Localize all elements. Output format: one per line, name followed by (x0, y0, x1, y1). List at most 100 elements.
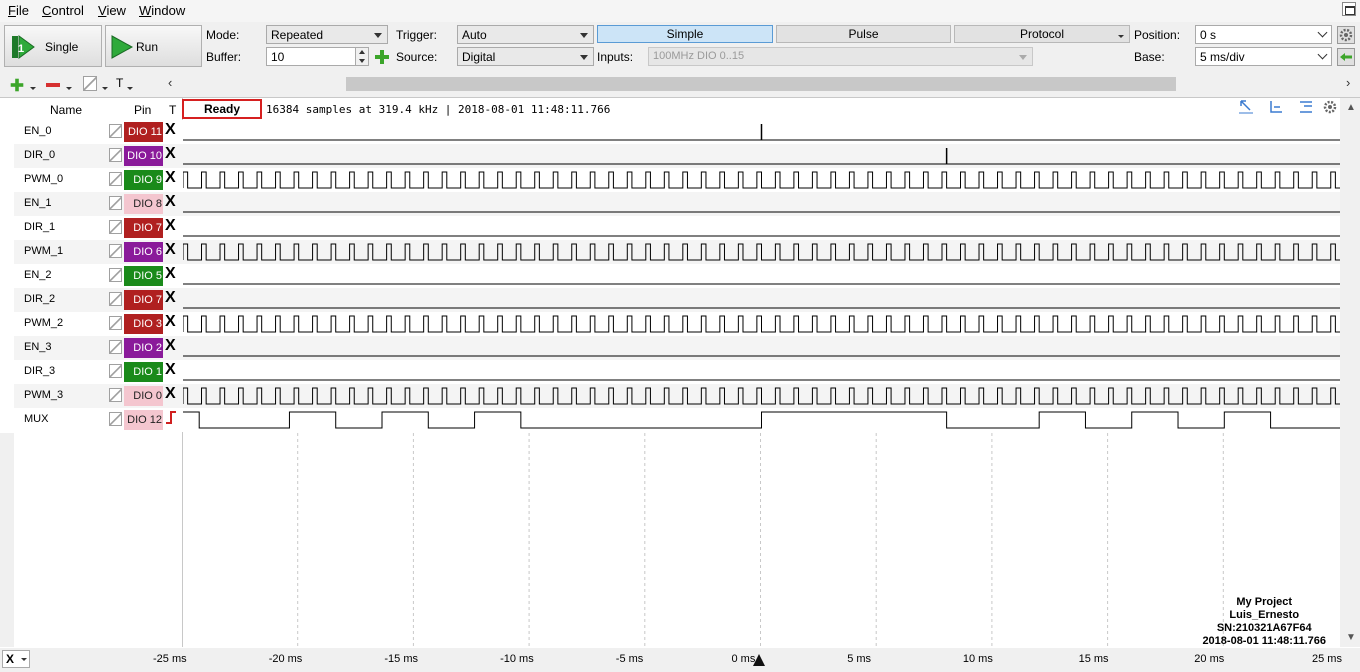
pin-badge[interactable]: DIO 3 (124, 314, 163, 334)
trigger-ignore-icon[interactable]: X (165, 337, 176, 355)
pin-badge[interactable]: DIO 0 (124, 386, 163, 406)
menu-file[interactable]: File (8, 3, 29, 18)
pin-badge[interactable]: DIO 1 (124, 362, 163, 382)
signal-row[interactable]: DIR_0 DIO 10 X (14, 144, 1341, 168)
trigger-ignore-icon[interactable]: X (165, 241, 176, 259)
signal-row[interactable]: EN_2 DIO 5X (14, 264, 1341, 288)
edit-icon[interactable] (109, 172, 122, 186)
pin-badge[interactable]: DIO 11 (124, 122, 163, 142)
buffer-input[interactable]: 10 (266, 47, 369, 66)
rising-edge-icon[interactable] (165, 409, 177, 430)
pin-badge[interactable]: DIO 7 (124, 290, 163, 310)
remove-channel-icon[interactable] (46, 83, 60, 87)
chevron-down-icon (1118, 35, 1124, 38)
menu-window[interactable]: Window (139, 3, 185, 18)
signal-row[interactable]: DIR_3 DIO 1X (14, 360, 1341, 384)
buffer-label: Buffer: (206, 50, 242, 64)
project-user: Luis_Ernesto (1229, 609, 1300, 621)
edit-icon[interactable] (109, 124, 122, 138)
arrow-left-icon[interactable] (1337, 48, 1355, 66)
signal-row[interactable]: DIR_2 DIO 7X (14, 288, 1341, 312)
edit-icon[interactable] (109, 196, 122, 210)
signal-row[interactable]: MUX DIO 12 (14, 408, 1341, 432)
trigger-value: Auto (462, 28, 487, 42)
tab-protocol[interactable]: Protocol (954, 25, 1130, 43)
scroll-right-icon[interactable]: › (1346, 75, 1350, 90)
buffer-stepper[interactable] (355, 48, 368, 65)
vertical-scrollbar[interactable]: ▲ ▼ (1340, 98, 1360, 647)
settings-gear-icon[interactable] (1322, 99, 1338, 115)
pin-badge[interactable]: DIO 12 (124, 410, 163, 430)
scroll-left-icon[interactable]: ‹ (168, 75, 172, 90)
trigger-ignore-icon[interactable]: X (165, 289, 176, 307)
edit-icon[interactable] (109, 220, 122, 234)
edit-icon[interactable] (109, 316, 122, 330)
signal-row[interactable]: PWM_2 DIO 3X (14, 312, 1341, 336)
waveform (183, 148, 1341, 165)
zoom-out-icon[interactable] (1298, 99, 1314, 115)
trigger-ignore-icon[interactable]: X (165, 145, 176, 163)
add-buffer-icon[interactable] (375, 50, 389, 64)
single-button[interactable]: 1 Single (4, 25, 102, 67)
pin-badge[interactable]: DIO 6 (124, 242, 163, 262)
edit-icon[interactable] (109, 364, 122, 378)
edit-icon[interactable] (83, 76, 97, 91)
base-value: 5 ms/div (1200, 50, 1245, 64)
zoom-fit-icon[interactable] (1238, 99, 1254, 115)
zoom-in-icon[interactable] (1268, 99, 1284, 115)
edit-icon[interactable] (109, 388, 122, 402)
signal-row[interactable]: PWM_1 DIO 6X (14, 240, 1341, 264)
trigger-ignore-icon[interactable]: X (165, 169, 176, 187)
axis-select[interactable]: X (2, 650, 30, 668)
trigger-ignore-icon[interactable]: X (165, 217, 176, 235)
menu-control[interactable]: Control (42, 3, 84, 18)
pin-badge[interactable]: DIO 5 (124, 266, 163, 286)
base-select[interactable]: 5 ms/div (1195, 47, 1332, 66)
edit-icon[interactable] (109, 340, 122, 354)
edit-icon[interactable] (109, 148, 122, 162)
signal-name: PWM_3 (24, 389, 64, 401)
signal-row[interactable]: PWM_3 DIO 0X (14, 384, 1341, 408)
signal-row[interactable]: EN_1 DIO 8X (14, 192, 1341, 216)
add-channel-icon[interactable] (10, 78, 24, 92)
edit-icon[interactable] (109, 244, 122, 258)
settings-gear-icon[interactable] (1337, 26, 1355, 44)
axis-tick-label: 20 ms (1194, 653, 1225, 665)
trigger-select[interactable]: Auto (457, 25, 594, 44)
trigger-label: Trigger: (396, 28, 437, 42)
trigger-ignore-icon[interactable]: X (165, 361, 176, 379)
pin-badge[interactable]: DIO 8 (124, 194, 163, 214)
source-select[interactable]: Digital (457, 47, 594, 66)
horizontal-scrollbar[interactable] (346, 77, 1176, 91)
chevron-down-icon (374, 33, 382, 38)
trigger-ignore-icon[interactable]: X (165, 193, 176, 211)
restore-window-button[interactable] (1342, 2, 1356, 16)
source-label: Source: (396, 50, 438, 64)
trigger-ignore-icon[interactable]: X (165, 385, 176, 403)
waveform (183, 307, 1341, 309)
tab-pulse[interactable]: Pulse (776, 25, 951, 43)
pin-badge[interactable]: DIO 10 (124, 146, 163, 166)
text-icon[interactable]: T (116, 76, 123, 90)
chevron-down-icon (127, 87, 133, 90)
edit-icon[interactable] (109, 268, 122, 282)
signal-row[interactable]: EN_0 DIO 11 X (14, 120, 1341, 144)
signal-row[interactable]: PWM_0 DIO 9X (14, 168, 1341, 192)
pin-badge[interactable]: DIO 7 (124, 218, 163, 238)
mode-select[interactable]: Repeated (266, 25, 388, 44)
trigger-ignore-icon[interactable]: X (165, 121, 176, 139)
signal-row[interactable]: DIR_1 DIO 7X (14, 216, 1341, 240)
edit-icon[interactable] (109, 292, 122, 306)
trigger-cursor-icon[interactable] (753, 654, 765, 666)
pin-badge[interactable]: DIO 2 (124, 338, 163, 358)
edit-icon[interactable] (109, 412, 122, 426)
signal-row[interactable]: EN_3 DIO 2X (14, 336, 1341, 360)
trigger-ignore-icon[interactable]: X (165, 265, 176, 283)
run-button[interactable]: Run (105, 25, 202, 67)
waveform-path (183, 243, 1341, 261)
position-input[interactable]: 0 s (1195, 25, 1332, 44)
trigger-ignore-icon[interactable]: X (165, 313, 176, 331)
tab-simple[interactable]: Simple (597, 25, 773, 43)
pin-badge[interactable]: DIO 9 (124, 170, 163, 190)
menu-view[interactable]: View (98, 3, 126, 18)
